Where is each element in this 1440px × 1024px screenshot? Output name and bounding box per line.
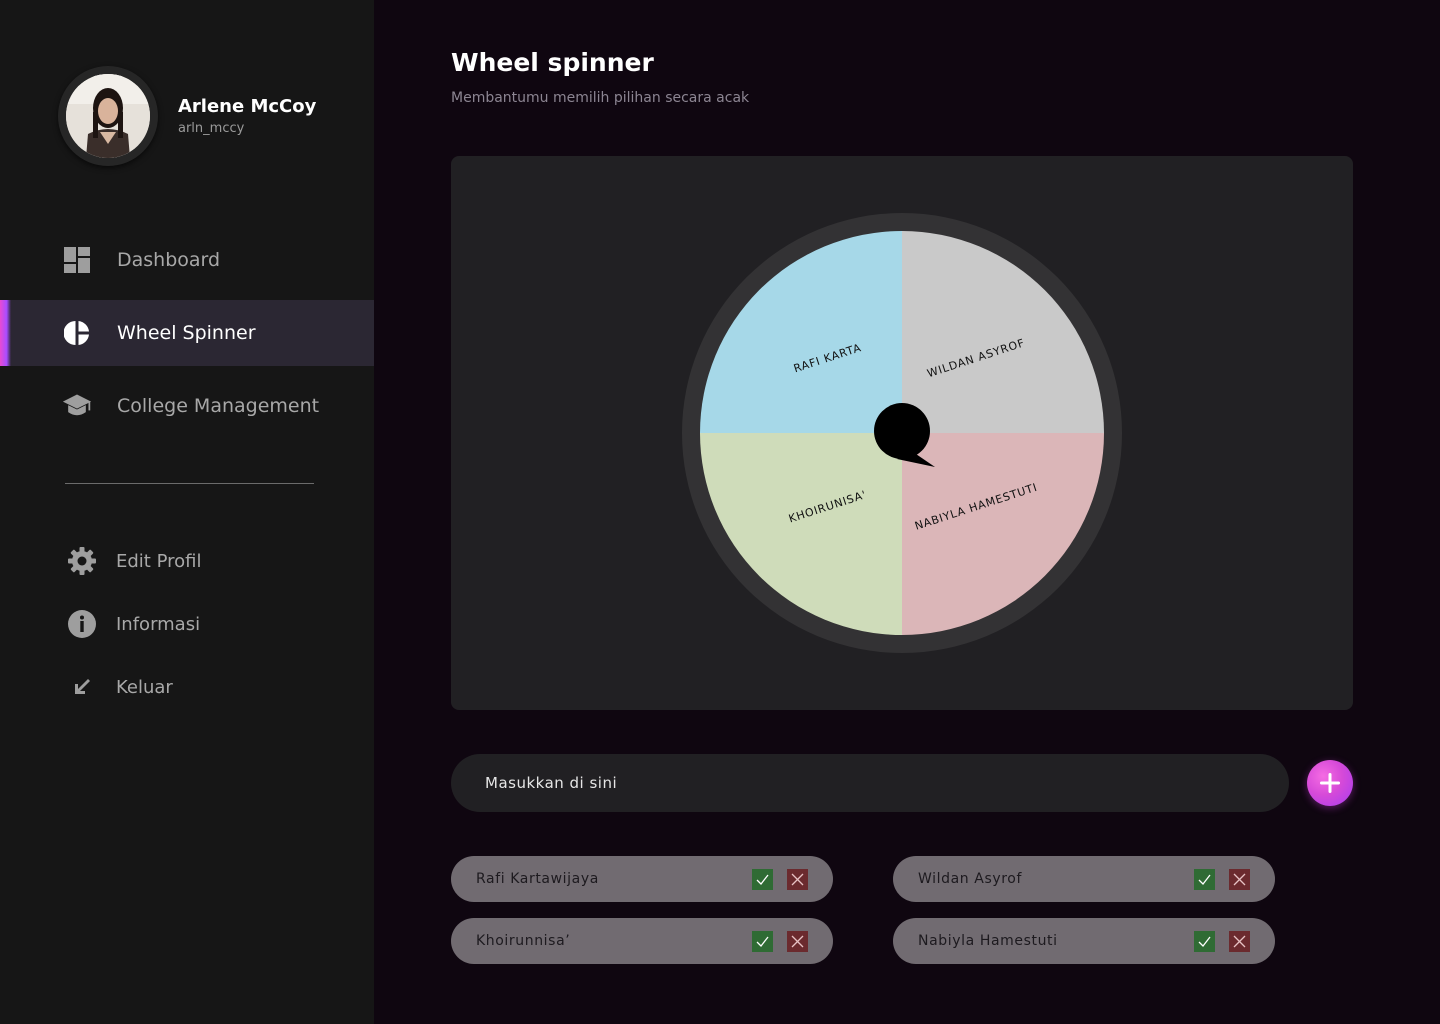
active-indicator xyxy=(0,300,11,366)
nav-item-college-management[interactable]: College Management xyxy=(0,373,374,439)
profile-name: Arlene McCoy xyxy=(178,96,317,117)
sidebar: Arlene McCoy arln_mccy Dashboard Wheel S… xyxy=(0,0,374,1024)
nav-item-edit-profil[interactable]: Edit Profil xyxy=(0,539,374,583)
wheel-segment xyxy=(700,231,902,433)
entry-chip: Wildan Asyrof xyxy=(893,856,1275,902)
confirm-button[interactable] xyxy=(752,868,773,890)
wheel[interactable]: RAFI KARTA WILDAN ASYROFNABIYLA HAMESTUTI… xyxy=(451,156,1353,710)
wheel-segment xyxy=(700,433,902,635)
pie-chart-icon xyxy=(62,318,92,348)
remove-button[interactable] xyxy=(1229,930,1250,952)
remove-button[interactable] xyxy=(787,930,808,952)
add-entry-button[interactable] xyxy=(1307,760,1353,806)
nav-item-dashboard[interactable]: Dashboard xyxy=(0,227,374,293)
nav-label-dashboard: Dashboard xyxy=(117,249,221,271)
wheel-segment xyxy=(902,231,1104,433)
arrow-down-left-icon xyxy=(66,671,98,703)
profile-handle: arln_mccy xyxy=(178,121,245,136)
profile-card[interactable]: Arlene McCoy arln_mccy xyxy=(58,66,316,166)
page-subtitle: Membantumu memilih pilihan secara acak xyxy=(451,90,750,106)
nav-item-wheel-spinner[interactable]: Wheel Spinner xyxy=(0,300,374,366)
nav-label-informasi: Informasi xyxy=(116,613,201,635)
entry-chip: Khoirunnisa’ xyxy=(451,918,833,964)
nav-item-keluar[interactable]: Keluar xyxy=(0,665,374,709)
nav-label-keluar: Keluar xyxy=(116,676,173,698)
close-icon xyxy=(1233,935,1246,947)
wheel-segment xyxy=(902,433,1104,635)
check-icon xyxy=(756,936,769,947)
entry-chip-label: Nabiyla Hamestuti xyxy=(918,933,1058,949)
close-icon xyxy=(791,873,804,885)
entry-chip: Rafi Kartawijaya xyxy=(451,856,833,902)
entry-chip-label: Rafi Kartawijaya xyxy=(476,871,599,887)
close-icon xyxy=(791,935,804,947)
wheel-panel: RAFI KARTA WILDAN ASYROF NABIYLA HAMESTUTI… xyxy=(451,156,1353,710)
page-title: Wheel spinner xyxy=(451,48,654,77)
remove-button[interactable] xyxy=(1229,868,1250,890)
nav-label-edit-profil: Edit Profil xyxy=(116,550,202,572)
avatar-ring xyxy=(58,66,158,166)
nav-label-college-management: College Management xyxy=(117,395,320,417)
confirm-button[interactable] xyxy=(752,930,773,952)
entry-chip: Nabiyla Hamestuti xyxy=(893,918,1275,964)
entry-chip-label: Wildan Asyrof xyxy=(918,871,1023,887)
gear-icon xyxy=(66,545,98,577)
remove-button[interactable] xyxy=(787,868,808,890)
check-icon xyxy=(1198,936,1211,947)
dashboard-icon xyxy=(62,245,92,275)
info-icon xyxy=(66,608,98,640)
nav-label-wheel-spinner: Wheel Spinner xyxy=(117,322,256,344)
plus-icon xyxy=(1320,773,1340,793)
sidebar-divider xyxy=(65,483,314,484)
entry-chip-label: Khoirunnisa’ xyxy=(476,933,571,949)
close-icon xyxy=(1233,873,1246,885)
check-icon xyxy=(1198,874,1211,885)
entry-input[interactable] xyxy=(451,754,1289,812)
confirm-button[interactable] xyxy=(1194,868,1215,890)
avatar xyxy=(66,74,150,158)
avatar-photo xyxy=(66,74,150,158)
confirm-button[interactable] xyxy=(1194,930,1215,952)
graduation-cap-icon xyxy=(62,391,92,421)
check-icon xyxy=(756,874,769,885)
nav-item-informasi[interactable]: Informasi xyxy=(0,602,374,646)
